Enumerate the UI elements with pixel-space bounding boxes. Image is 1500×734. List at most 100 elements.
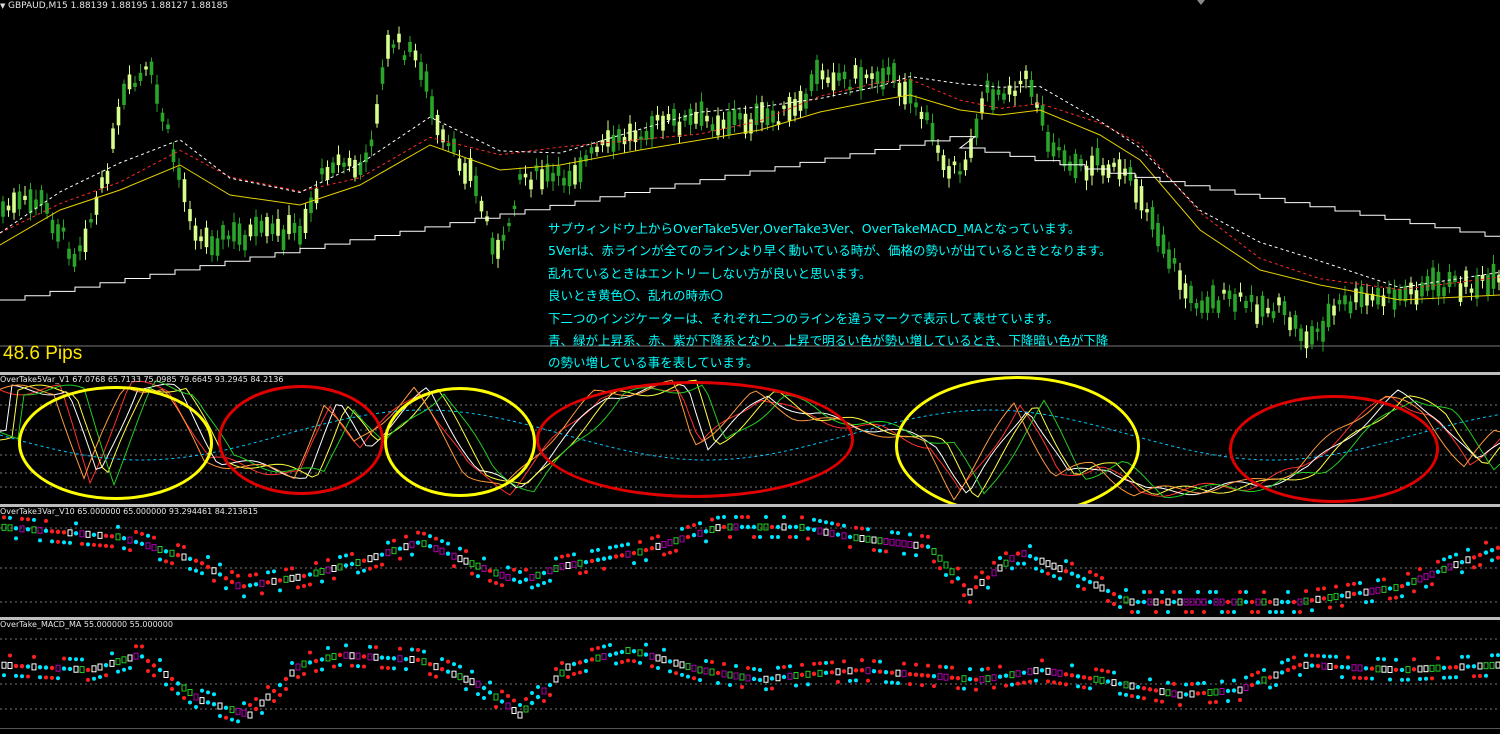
- dot-marker: [175, 681, 181, 686]
- dot-marker: [1070, 561, 1074, 566]
- dot-marker: [1172, 590, 1176, 594]
- square-marker: [421, 540, 427, 548]
- dot-marker: [1250, 673, 1254, 677]
- dot-marker: [38, 538, 42, 543]
- candle-body: [391, 44, 396, 48]
- dot-marker: [61, 530, 67, 535]
- candle-body: [1068, 161, 1072, 171]
- dot-marker: [1190, 610, 1194, 614]
- subwindow-overtake3var[interactable]: OverTake3Var_V10 65.000000 65.000000 93.…: [0, 507, 1500, 617]
- main-chart-pane[interactable]: ▼ GBPAUD,M15 1.88139 1.88195 1.88127 1.8…: [0, 0, 1500, 372]
- dot-marker: [205, 564, 211, 570]
- subwindow-overtake5var[interactable]: OverTake5Var_V1 67.0768 65.7133 75.0985 …: [0, 375, 1500, 504]
- dot-marker: [1345, 665, 1351, 670]
- square-marker: [577, 559, 583, 567]
- square-marker: [799, 523, 805, 531]
- dot-marker: [523, 577, 529, 582]
- dot-marker: [1232, 678, 1236, 683]
- dot-marker: [734, 664, 738, 668]
- candle-body: [688, 108, 693, 125]
- dot-marker: [908, 532, 912, 537]
- square-marker: [151, 544, 157, 552]
- candle-body: [974, 118, 979, 138]
- dot-marker: [1442, 675, 1446, 680]
- dot-marker: [944, 573, 948, 577]
- dot-marker: [272, 699, 276, 703]
- dot-marker: [1039, 668, 1045, 673]
- square-marker: [409, 656, 415, 663]
- dot-marker: [74, 657, 78, 662]
- dot-marker: [25, 664, 31, 669]
- dot-marker: [583, 658, 589, 664]
- dot-marker: [194, 705, 198, 709]
- candle-body: [232, 222, 236, 242]
- dot-marker: [740, 685, 744, 689]
- square-marker: [1327, 594, 1333, 601]
- note-line: 良いとき黄色〇、乱れの時赤〇: [548, 288, 724, 304]
- candle-body: [1123, 168, 1127, 176]
- square-marker: [451, 552, 457, 560]
- dot-marker: [1220, 610, 1224, 614]
- dot-marker: [506, 565, 510, 570]
- dot-marker: [398, 556, 402, 561]
- dot-marker: [1495, 545, 1500, 550]
- candle-body: [182, 179, 187, 203]
- dot-marker: [1297, 662, 1303, 668]
- candle-body: [1398, 288, 1402, 300]
- subwindow-overtake-macd-ma[interactable]: OverTake_MACD_MA 55.000000 55.000000: [0, 620, 1500, 728]
- dot-marker: [188, 700, 192, 705]
- square-marker: [367, 555, 373, 563]
- dot-marker: [842, 659, 846, 664]
- dot-marker: [1136, 610, 1140, 614]
- dot-marker: [554, 667, 558, 671]
- square-marker: [1045, 667, 1051, 675]
- dot-marker: [1010, 566, 1014, 571]
- dot-marker: [1106, 669, 1110, 674]
- shift-marker-icon[interactable]: [1197, 0, 1205, 5]
- dot-marker: [175, 552, 181, 558]
- candle-body: [34, 199, 38, 209]
- square-marker: [1429, 570, 1435, 578]
- dot-marker: [668, 669, 672, 674]
- candle-body: [100, 177, 104, 189]
- dot-marker: [1154, 698, 1158, 703]
- dot-marker: [1339, 593, 1345, 598]
- dot-marker: [1118, 691, 1122, 696]
- candle-body: [1354, 288, 1358, 303]
- dot-marker: [1112, 602, 1116, 606]
- dot-marker: [590, 549, 594, 553]
- square-marker: [289, 574, 295, 582]
- dot-marker: [1489, 548, 1495, 553]
- candle-body: [1134, 179, 1138, 203]
- candle-body: [331, 162, 335, 174]
- square-marker: [1093, 675, 1099, 683]
- square-marker: [541, 687, 547, 695]
- chart-menu-icon[interactable]: ▼: [0, 2, 5, 10]
- dot-marker: [806, 536, 810, 541]
- dot-marker: [1094, 573, 1098, 577]
- dot-marker: [769, 676, 775, 681]
- square-marker: [1099, 584, 1105, 592]
- dot-marker: [26, 517, 30, 522]
- dot-marker: [1418, 567, 1422, 571]
- candle-body: [1051, 142, 1056, 157]
- dot-marker: [607, 652, 613, 658]
- dot-marker: [1250, 610, 1254, 614]
- square-marker: [721, 670, 727, 678]
- dot-marker: [38, 675, 42, 680]
- candle-body: [353, 159, 357, 178]
- dot-marker: [1298, 610, 1302, 614]
- candle-body: [292, 222, 297, 233]
- dot-marker: [1388, 677, 1392, 682]
- square-marker: [1, 661, 7, 669]
- dot-marker: [194, 568, 198, 573]
- square-marker: [1429, 664, 1435, 672]
- dot-marker: [1141, 599, 1147, 605]
- dot-marker: [530, 691, 534, 695]
- dot-marker: [422, 649, 426, 654]
- dot-marker: [1063, 672, 1069, 677]
- square-marker: [97, 531, 103, 539]
- dot-marker: [734, 515, 738, 519]
- dot-marker: [1255, 680, 1261, 685]
- candle-body: [237, 223, 242, 245]
